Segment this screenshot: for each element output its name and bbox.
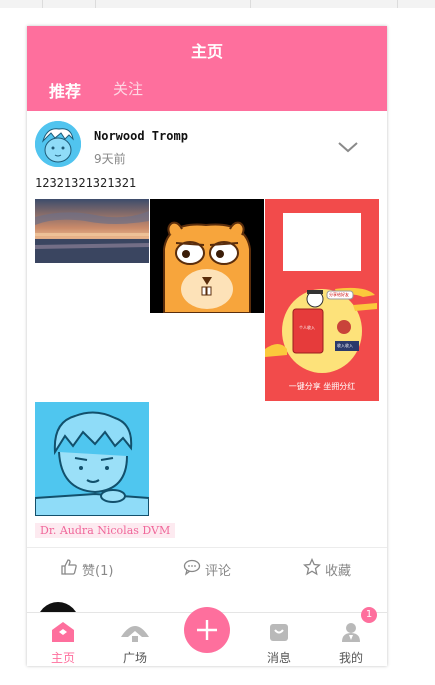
plus-icon [184, 620, 230, 657]
sunset-beach-photo[interactable] [35, 199, 149, 263]
cartoon-hamster-photo[interactable] [150, 199, 264, 313]
promo-small-label-3: 分享给好友 [329, 292, 349, 297]
user-icon [340, 623, 362, 647]
collect-label: 收藏 [325, 563, 352, 579]
promo-caption: 一键分享 坐拥分红 [288, 382, 356, 391]
tab-me-label: 我的 [338, 651, 363, 665]
bottom-tab-bar: 主页 广场 消息 我的 1 [27, 607, 387, 666]
tab-square-label: 广场 [122, 651, 147, 665]
collect-button[interactable]: 收藏 [302, 557, 352, 580]
tab-follow[interactable]: 关注 [113, 78, 143, 99]
notification-badge: 1 [361, 607, 377, 623]
page-title: 主页 [190, 42, 223, 61]
avatar[interactable] [35, 121, 81, 167]
cartoon-boy-laptop-photo[interactable] [35, 402, 149, 516]
thumbs-up-icon [60, 558, 78, 580]
comment-button[interactable]: 评论 [183, 558, 231, 580]
comment-label: 评论 [205, 563, 232, 579]
chevron-down-icon[interactable] [337, 139, 359, 158]
star-icon [302, 557, 322, 580]
tab-home-label: 主页 [50, 651, 75, 665]
promo-small-label-1: 个人收入 [299, 325, 315, 330]
share-promo-poster[interactable]: 个人收入 收入收入 分享给好友 一键分享 坐拥分红 [265, 199, 379, 401]
comment-icon [183, 558, 201, 580]
post-author[interactable]: Norwood Tromp [94, 129, 188, 143]
tab-messages[interactable]: 消息 [254, 621, 304, 666]
editor-background [0, 0, 435, 8]
editor-gridline [42, 0, 43, 8]
like-label: 赞(1) [82, 563, 114, 579]
tab-square[interactable]: 广场 [110, 621, 160, 666]
editor-gridline [95, 0, 96, 8]
app-header: 主页 推荐 关注 [27, 26, 387, 111]
divider [27, 547, 387, 548]
home-icon [51, 622, 75, 647]
tab-recommend[interactable]: 推荐 [49, 78, 81, 102]
tab-me[interactable]: 我的 [326, 621, 376, 666]
post-text: 12321321321321 [35, 176, 137, 190]
promo-small-label-2: 收入收入 [337, 343, 353, 348]
phone-frame: 主页 推荐 关注 Norwood Tromp 9天前 1232132132132… [27, 26, 387, 666]
post-tag[interactable]: Dr. Audra Nicolas DVM [35, 523, 176, 538]
publish-button[interactable] [184, 607, 230, 653]
editor-gridline [397, 0, 398, 8]
tab-home[interactable]: 主页 [38, 621, 88, 666]
post-time: 9天前 [94, 152, 126, 166]
editor-gridline [250, 0, 251, 8]
like-button[interactable]: 赞(1) [60, 558, 113, 580]
tab-messages-label: 消息 [266, 651, 291, 665]
bag-icon [268, 624, 290, 647]
fan-icon [120, 626, 150, 647]
